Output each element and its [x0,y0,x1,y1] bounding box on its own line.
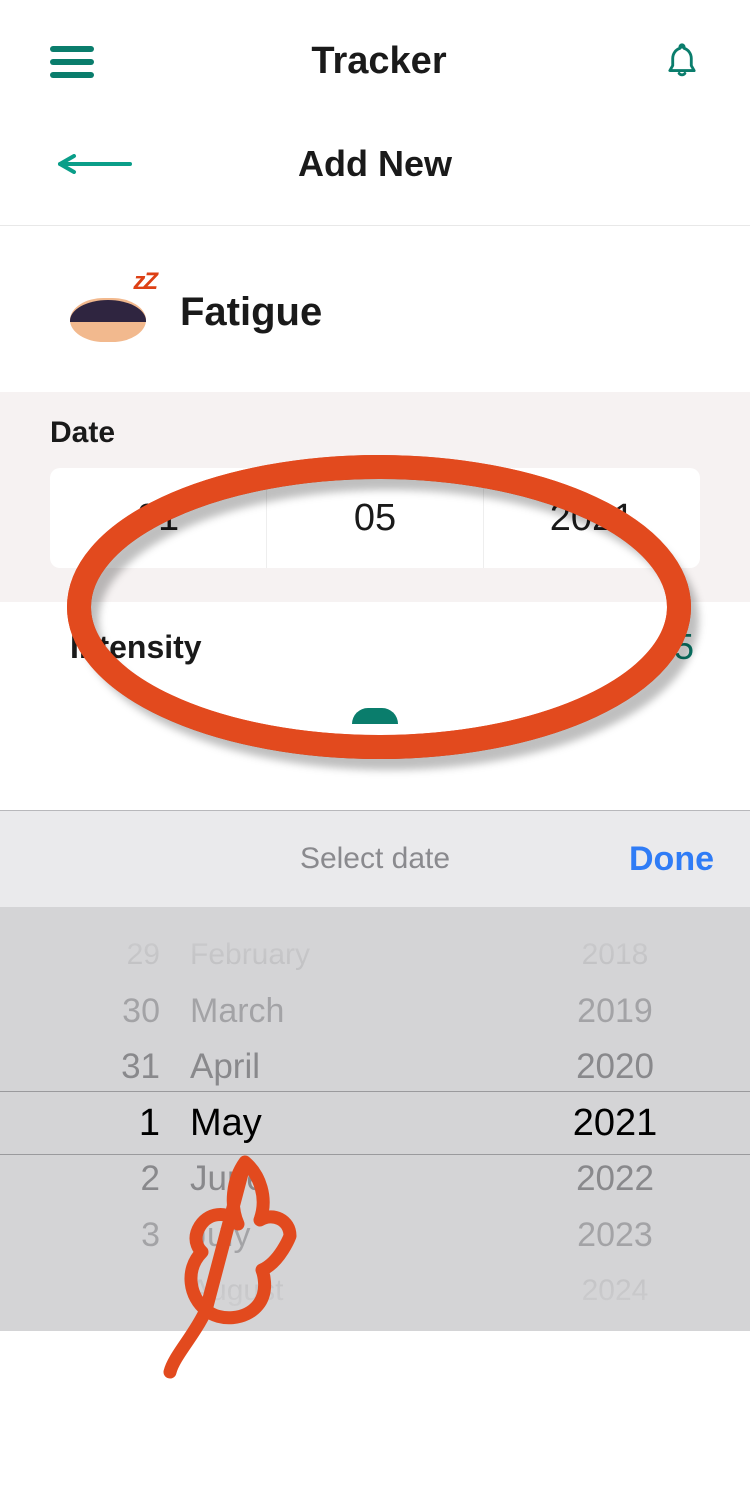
picker-option[interactable]: June [190,1151,266,1207]
picker-option[interactable]: 2023 [577,1207,653,1263]
symptom-name: Fatigue [180,290,322,335]
zz-text: zZ [133,268,156,296]
date-picker-display[interactable]: 01 05 2021 [50,468,700,568]
intensity-section: Intensity 5 [0,602,750,668]
bell-icon[interactable] [664,42,700,82]
sub-header: Add New [0,113,750,226]
date-picker-panel: Select date Done 293031123 FebruaryMarch… [0,810,750,1330]
picker-option[interactable]: August [190,1263,283,1319]
picker-option[interactable]: 30 [122,983,160,1039]
picker-option[interactable]: May [190,1095,262,1151]
picker-year-wheel[interactable]: 2018201920202021202220232024 [440,907,750,1331]
menu-icon[interactable] [50,46,94,78]
slider-knob-icon[interactable] [352,708,398,724]
symptom-row: zZ Fatigue [0,226,750,392]
date-section: Date 01 05 2021 [0,392,750,602]
picker-day-wheel[interactable]: 293031123 [0,907,180,1331]
picker-option[interactable]: April [190,1039,260,1095]
intensity-value: 5 [674,626,694,668]
picker-option[interactable]: July [190,1207,250,1263]
date-year-field[interactable]: 2021 [484,468,700,568]
picker-option[interactable]: 2018 [582,927,649,983]
picker-option[interactable]: 2 [141,1151,160,1207]
picker-option[interactable]: 2022 [576,1151,654,1207]
fatigue-icon: zZ [70,282,150,342]
picker-toolbar: Select date Done [0,811,750,907]
back-arrow-icon[interactable] [56,154,132,174]
picker-month-wheel[interactable]: FebruaryMarchAprilMayJuneJulyAugust [180,907,440,1331]
picker-option[interactable]: 2019 [577,983,653,1039]
subheader-title: Add New [50,143,700,185]
picker-wheels[interactable]: 293031123 FebruaryMarchAprilMayJuneJulyA… [0,907,750,1331]
intensity-label: Intensity [70,629,202,666]
picker-title: Select date [300,842,450,876]
picker-option[interactable]: 31 [121,1039,160,1095]
picker-option[interactable]: 1 [139,1095,160,1151]
picker-option[interactable]: 3 [141,1207,160,1263]
picker-option[interactable]: 29 [127,927,160,983]
top-header: Tracker [0,0,750,113]
picker-option[interactable]: 2020 [576,1039,654,1095]
picker-option[interactable]: 2024 [582,1263,649,1319]
date-label: Date [50,416,700,450]
picker-option[interactable]: February [190,927,310,983]
page-title: Tracker [311,40,446,83]
intensity-slider[interactable] [0,708,750,724]
date-month-field[interactable]: 05 [267,468,484,568]
date-day-field[interactable]: 01 [50,468,267,568]
done-button[interactable]: Done [629,840,714,879]
picker-option[interactable]: March [190,983,284,1039]
picker-option[interactable]: 2021 [573,1095,658,1151]
